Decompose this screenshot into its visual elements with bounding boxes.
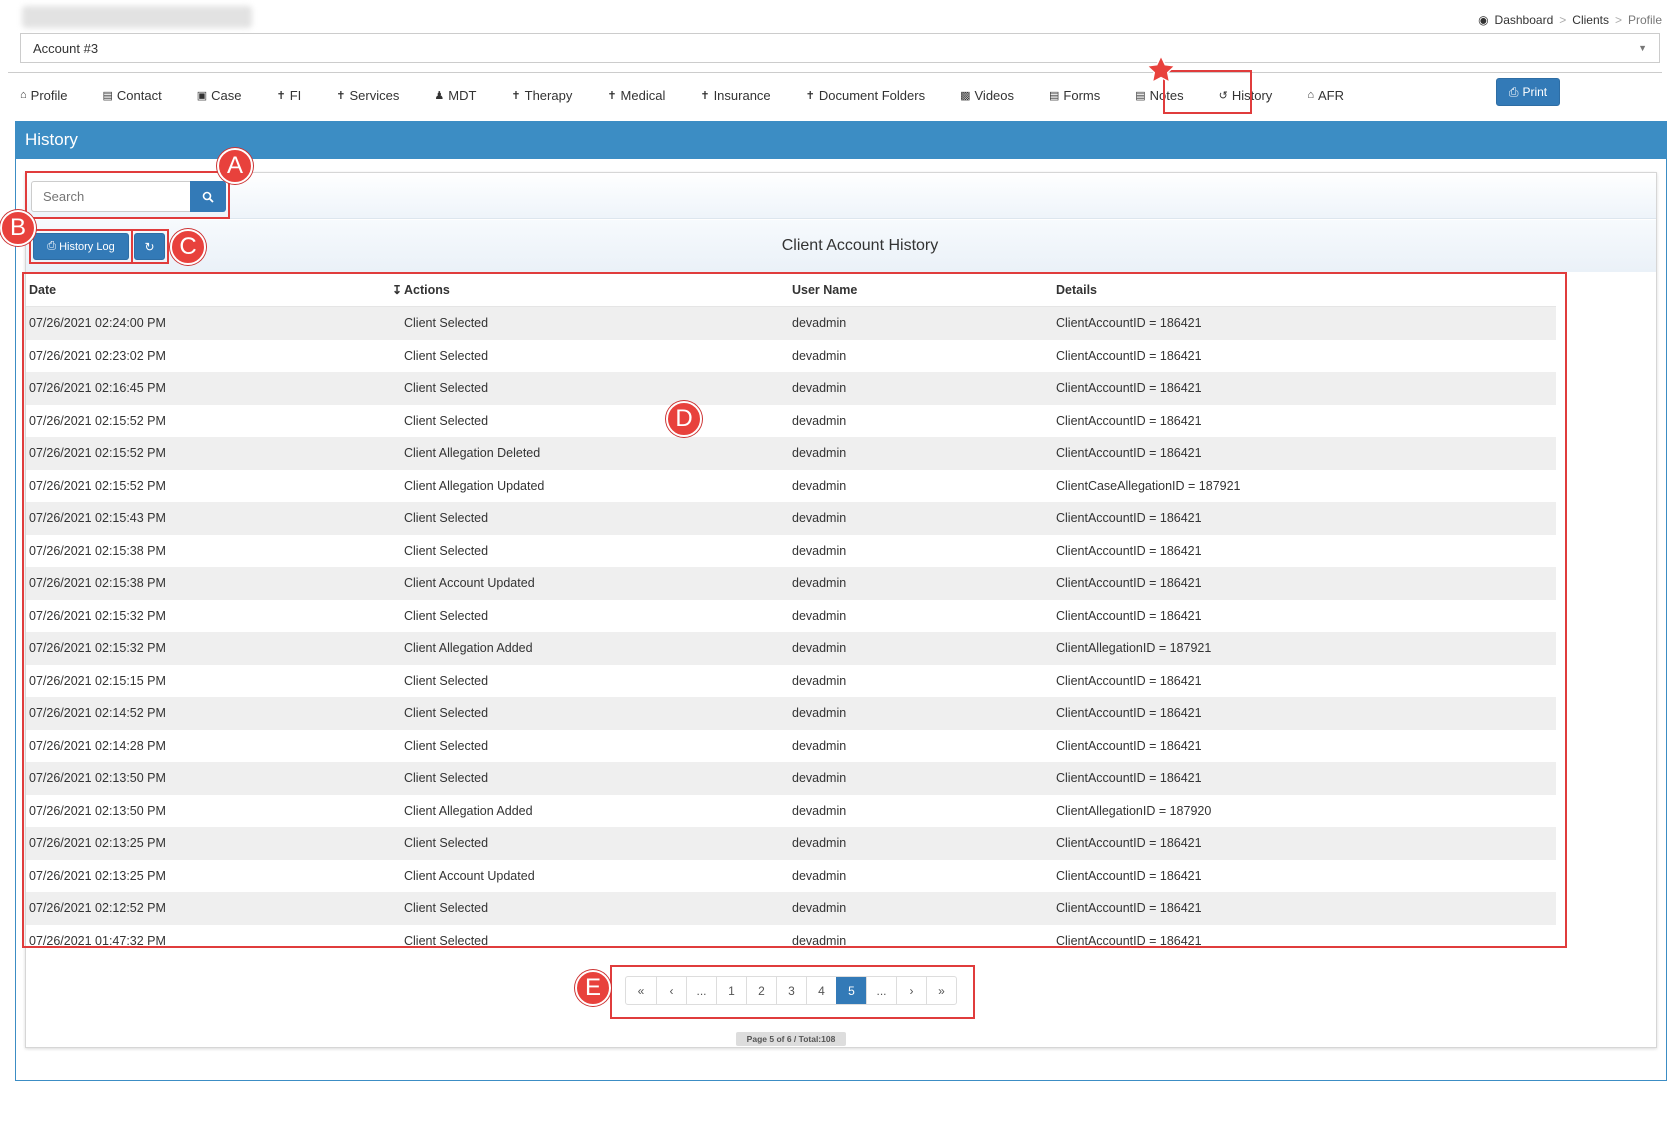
annotation-badge-e: E [575,970,611,1006]
annotation-badge-c: C [170,229,206,265]
tab-label: Therapy [524,87,573,103]
tab-label: MDT [448,87,477,103]
annotation-badge-b: B [0,210,36,246]
tab-afr[interactable]: ⌂ AFR [1297,82,1354,109]
tab-label: Medical [620,87,666,103]
print-button[interactable]: ⎙ Print [1496,78,1560,106]
tab-label: Document Folders [818,87,926,103]
chevron-down-icon: ▼ [1638,43,1647,53]
tab-medical[interactable]: ✝ Medical [597,82,675,109]
annotation-box-e [610,965,975,1019]
annotation-box-a [25,171,230,219]
star-icon [1145,54,1177,84]
file-icon: ▤ [1049,89,1060,102]
tab-mdt[interactable]: ♟ MDT [424,82,486,109]
breadcrumb-separator: > [1614,13,1622,27]
tab-label: Contact [116,87,162,103]
panel-title: History [15,121,1667,159]
tab-label: Services [349,87,400,103]
tab-label: AFR [1317,87,1344,103]
annotation-box-c [131,229,169,264]
tab-forms[interactable]: ▤ Forms [1039,82,1110,109]
users-icon: ♟ [434,89,445,102]
breadcrumb-profile: Profile [1627,13,1662,27]
child-icon: ✝ [805,89,815,102]
annotation-badge-d: D [666,401,702,437]
dashboard-icon: ◉ [1478,13,1489,27]
table-caption: Client Account History [781,237,939,254]
tab-therapy[interactable]: ✝ Therapy [501,82,582,109]
breadcrumb-clients[interactable]: Clients [1572,13,1609,27]
child-icon: ✝ [336,89,346,102]
home-icon: ⌂ [20,89,27,101]
home-icon: ⌂ [1307,89,1314,101]
tab-label: Forms [1063,87,1101,103]
search-bar-area [26,173,1656,219]
child-icon: ✝ [276,89,286,102]
tab-label: Insurance [713,87,771,103]
child-icon: ✝ [700,89,710,102]
tab-services[interactable]: ✝ Services [326,82,409,109]
child-icon: ✝ [607,89,617,102]
tab-fi[interactable]: ✝ FI [267,82,312,109]
account-select[interactable]: Account #3 ▼ [20,33,1660,63]
tab-label: Videos [974,87,1015,103]
tab-label: FI [289,87,302,103]
annotation-box-d [22,272,1567,948]
page-info: Page 5 of 6 / Total:108 [736,1032,846,1046]
tab-profile[interactable]: ⌂ Profile [10,82,78,109]
account-select-value: Account #3 [33,40,99,56]
tab-contact[interactable]: ▤ Contact [93,82,172,109]
briefcase-icon: ▣ [196,89,208,102]
print-icon: ⎙ [1508,84,1519,99]
annotation-badge-a: A [217,148,253,184]
breadcrumb-separator: > [1559,13,1567,27]
tabs-divider [8,72,1662,73]
blurred-page-title [22,6,252,28]
print-button-label: Print [1522,85,1548,99]
video-file-icon: ▩ [960,89,971,102]
child-icon: ✝ [511,89,521,102]
tab-insurance[interactable]: ✝ Insurance [690,82,780,109]
tab-document-folders[interactable]: ✝ Document Folders [796,82,935,109]
tab-videos[interactable]: ▩ Videos [950,82,1024,109]
tab-label: Case [211,87,242,103]
breadcrumb: ◉ Dashboard > Clients > Profile [1478,13,1662,27]
breadcrumb-dashboard[interactable]: Dashboard [1495,13,1554,27]
annotation-box-b [29,229,133,264]
contact-card-icon: ▤ [102,89,113,102]
tab-label: Profile [30,87,68,103]
file-icon: ▤ [1135,89,1146,102]
tab-case[interactable]: ▣ Case [187,82,252,109]
